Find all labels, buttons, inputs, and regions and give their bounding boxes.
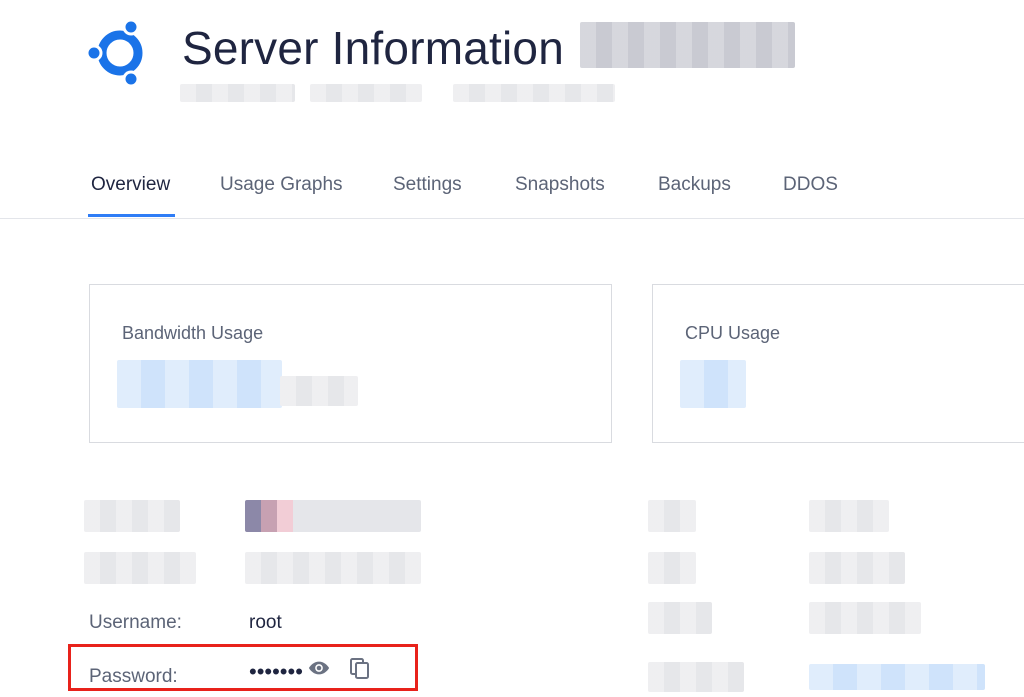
tab-overview[interactable]: Overview [91,174,170,196]
cpu-usage-card: CPU Usage [652,284,1024,443]
redacted-label [84,552,196,584]
redacted-subtitle [180,84,295,102]
redacted-value [809,602,921,634]
tab-ddos[interactable]: DDOS [783,174,838,196]
tab-usage-graphs[interactable]: Usage Graphs [220,174,343,196]
tab-settings[interactable]: Settings [393,174,462,196]
redacted-bandwidth-value [117,360,282,408]
page-title: Server Information [182,22,564,74]
redacted-label [648,500,696,532]
username-value: root [249,612,282,633]
redacted-value [245,500,421,532]
redacted-value [809,500,889,532]
redacted-label [648,602,712,634]
tab-snapshots[interactable]: Snapshots [515,174,605,196]
redacted-cpu-value [680,360,746,408]
tab-backups[interactable]: Backups [658,174,731,196]
redacted-hostname [580,22,795,68]
ubuntu-logo-icon [85,18,143,87]
bandwidth-usage-card: Bandwidth Usage [89,284,612,443]
redacted-label [648,552,696,584]
password-highlight-box [68,644,418,691]
redacted-label [648,662,744,692]
tab-bar: Overview Usage Graphs Settings Snapshots… [0,160,1024,219]
server-info-page: Server Information Overview Usage Graphs… [0,0,1024,697]
cpu-usage-title: CPU Usage [685,323,781,343]
redacted-bandwidth-unit [280,376,358,406]
redacted-subtitle [453,84,615,102]
redacted-value [245,552,421,584]
bandwidth-usage-title: Bandwidth Usage [122,323,264,343]
redacted-value [809,552,905,584]
redacted-label [84,500,180,532]
redacted-value [809,664,985,690]
active-tab-indicator [88,214,175,217]
username-label: Username: [89,612,182,633]
redacted-subtitle [310,84,422,102]
